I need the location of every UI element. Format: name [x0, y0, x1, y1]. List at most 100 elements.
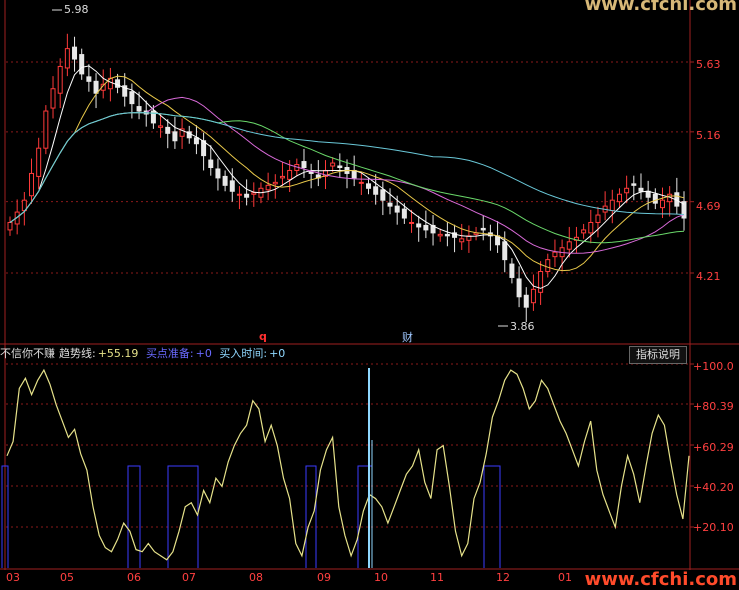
candle-body[interactable]: [366, 183, 372, 189]
candle-body[interactable]: [652, 193, 658, 204]
price-tick-label: 4.69: [696, 200, 721, 213]
candle-body[interactable]: [115, 79, 121, 88]
watermark-top: www.cfchi.com: [584, 0, 737, 15]
indicator-tick-label: +100.0: [693, 360, 734, 373]
candle-body[interactable]: [208, 159, 214, 168]
chart-canvas: 5.63 5.16 4.69 4.21 5.98 3.86 q 财 +100.0…: [0, 0, 739, 586]
candle-body[interactable]: [523, 294, 529, 308]
month-label: 01: [558, 571, 572, 584]
candle-body[interactable]: [265, 184, 271, 191]
candle-body[interactable]: [279, 175, 285, 179]
month-label: 03: [6, 571, 20, 584]
month-label: 06: [127, 571, 141, 584]
trend-label: 趋势线:: [59, 347, 96, 360]
candle-body[interactable]: [172, 131, 178, 142]
candle-body[interactable]: [616, 193, 622, 203]
low-label: 3.86: [510, 320, 535, 333]
buy-time-label: 买入时间:: [219, 347, 268, 360]
marker-q: q: [259, 330, 267, 343]
candle-body[interactable]: [201, 140, 207, 157]
indicator-tick-label: +80.39: [693, 400, 734, 413]
month-label: 09: [317, 571, 331, 584]
candle-body[interactable]: [29, 172, 35, 197]
month-label: 08: [249, 571, 263, 584]
candle-body[interactable]: [215, 168, 221, 179]
candle-body[interactable]: [86, 76, 92, 82]
candle-body[interactable]: [36, 147, 42, 177]
indicator-help-button[interactable]: 指标说明: [629, 346, 687, 364]
candle-body[interactable]: [437, 233, 443, 237]
candle-body[interactable]: [229, 180, 235, 192]
candle-body[interactable]: [416, 223, 422, 228]
candle-body[interactable]: [502, 241, 508, 261]
high-label: 5.98: [64, 3, 89, 16]
candle-body[interactable]: [64, 48, 70, 69]
candle-body[interactable]: [308, 171, 314, 174]
candle-body[interactable]: [659, 199, 665, 209]
candle-body[interactable]: [638, 187, 644, 192]
candle-body[interactable]: [552, 251, 558, 258]
candle-body[interactable]: [538, 271, 544, 293]
candle-body[interactable]: [545, 259, 551, 273]
candle-body[interactable]: [595, 214, 601, 223]
candle-body[interactable]: [50, 88, 56, 109]
candle-body[interactable]: [287, 169, 293, 180]
marker-cai: 财: [402, 330, 413, 344]
candle-body[interactable]: [566, 241, 572, 250]
candle-body[interactable]: [459, 238, 465, 243]
candle-body[interactable]: [423, 224, 429, 231]
candle-body[interactable]: [380, 189, 386, 201]
candle-body[interactable]: [509, 263, 515, 278]
candle-body[interactable]: [251, 192, 257, 195]
candle-body[interactable]: [165, 126, 171, 134]
candle-body[interactable]: [394, 205, 400, 213]
candle-body[interactable]: [373, 186, 379, 195]
candle-body[interactable]: [330, 162, 336, 167]
candle-body[interactable]: [337, 165, 343, 168]
candle-body[interactable]: [193, 137, 199, 145]
indicator-name: 不信你不赚: [0, 347, 55, 360]
candle-body[interactable]: [7, 221, 13, 231]
candle-body[interactable]: [301, 161, 307, 169]
candle-body[interactable]: [387, 202, 393, 207]
candle-body[interactable]: [358, 181, 364, 184]
indicator-tick-label: +20.10: [693, 521, 734, 534]
buy-prep-label: 买点准备:: [145, 347, 194, 360]
candle-body[interactable]: [72, 46, 78, 60]
candle-body[interactable]: [480, 227, 486, 231]
candle-body[interactable]: [43, 110, 49, 149]
candle-body[interactable]: [401, 208, 407, 219]
candle-body[interactable]: [93, 80, 99, 94]
candle-body[interactable]: [444, 233, 450, 237]
candle-body[interactable]: [581, 229, 587, 234]
indicator-header: 不信你不赚 趋势线: +55.19 买点准备: +0 买入时间: +0: [0, 345, 690, 363]
candle-body[interactable]: [236, 193, 242, 196]
candle-body[interactable]: [79, 54, 85, 75]
indicator-tick-label: +60.29: [693, 441, 734, 454]
month-label: 11: [430, 571, 444, 584]
candle-body[interactable]: [57, 65, 63, 94]
month-label: 07: [182, 571, 196, 584]
candle-body[interactable]: [244, 193, 250, 198]
candle-body[interactable]: [631, 183, 637, 186]
candle-body[interactable]: [222, 175, 228, 186]
stock-chart-window: 5.63 5.16 4.69 4.21 5.98 3.86 q 财 +100.0…: [0, 0, 739, 590]
candle-body[interactable]: [516, 278, 522, 298]
candle-body[interactable]: [351, 169, 357, 179]
month-label: 10: [374, 571, 388, 584]
price-tick-label: 5.16: [696, 129, 721, 142]
price-tick-label: 5.63: [696, 58, 721, 71]
month-label: 12: [496, 571, 510, 584]
candle-body[interactable]: [136, 106, 142, 112]
candle-body[interactable]: [129, 91, 135, 105]
candle-body[interactable]: [609, 199, 615, 212]
indicator-tick-label: +40.20: [693, 481, 734, 494]
candle-body[interactable]: [624, 187, 630, 194]
candle-body[interactable]: [272, 181, 278, 185]
candle-body[interactable]: [158, 125, 164, 128]
candle-body[interactable]: [588, 221, 594, 234]
candle-body[interactable]: [409, 221, 415, 224]
watermark-bottom: www.cfchi.com: [584, 569, 737, 590]
price-tick-label: 4.21: [696, 270, 721, 283]
candle-body[interactable]: [530, 288, 536, 304]
